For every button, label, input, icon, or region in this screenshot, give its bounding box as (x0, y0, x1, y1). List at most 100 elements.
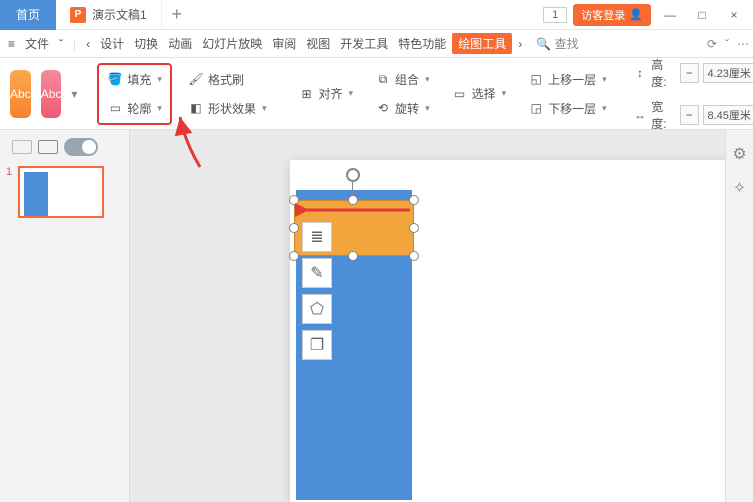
slide-thumbnail-1[interactable]: 1 (6, 166, 123, 218)
more-icon[interactable]: ⋯ (737, 37, 749, 51)
height-icon: ↕ (633, 65, 648, 81)
bring-forward-icon: ◱ (528, 71, 544, 87)
user-icon: 👤 (629, 8, 643, 21)
menubar-right: ⟳ ˇ ⋯ (707, 37, 749, 51)
style-preset-pink[interactable]: Abc (41, 70, 62, 118)
menu-devtools[interactable]: 开发工具 (336, 35, 392, 52)
outline-button[interactable]: ▭ 轮廓 ▾ (101, 98, 168, 119)
new-tab-button[interactable]: + (162, 4, 192, 25)
height-decrement[interactable]: − (680, 63, 698, 83)
shape-effects-button[interactable]: ◧ 形状效果 ▾ (182, 98, 273, 119)
resize-handle-se[interactable] (409, 251, 419, 261)
close-button[interactable]: × (721, 2, 747, 28)
work-area: 1 ⚙ ✧ (0, 130, 753, 502)
brush-icon: 🖌 (188, 71, 204, 87)
resize-handle-nw[interactable] (289, 195, 299, 205)
chevron-down-icon[interactable]: ▾ (502, 88, 507, 99)
resize-handle-w[interactable] (289, 223, 299, 233)
send-backward-label: 下移一层 (548, 100, 596, 117)
group-button[interactable]: ⧉ 组合 ▾ (369, 69, 436, 90)
chevron-down-icon[interactable]: ▾ (157, 103, 162, 114)
menu-drawing-tools[interactable]: 绘图工具 (452, 33, 512, 54)
bring-forward-button[interactable]: ◱ 上移一层 ▾ (522, 69, 613, 90)
chevron-down-icon[interactable]: ▾ (602, 74, 607, 85)
menu-slideshow[interactable]: 幻灯片放映 (198, 35, 266, 52)
fill-label: 填充 (127, 71, 151, 88)
fill-button[interactable]: 🪣 填充 ▾ (101, 69, 168, 90)
select-button[interactable]: ▭ 选择 ▾ (446, 83, 513, 104)
outline-view-button[interactable] (12, 140, 32, 154)
format-group: 🖌 格式刷 ◧ 形状效果 ▾ (182, 69, 273, 119)
width-label: 宽度: (651, 98, 676, 132)
slide[interactable] (290, 160, 725, 502)
effects-icon: ◧ (188, 100, 204, 116)
settings-icon[interactable]: ⚙ (732, 144, 746, 164)
group-label: 组合 (395, 71, 419, 88)
view-toggle[interactable] (64, 138, 98, 156)
menu-design[interactable]: 设计 (96, 35, 128, 52)
hamburger-icon[interactable]: ≡ (4, 37, 19, 51)
rotate-icon: ⟲ (375, 100, 391, 116)
align-label: 对齐 (319, 85, 343, 102)
favorite-icon[interactable]: ✧ (733, 178, 746, 198)
style-gallery-more-icon[interactable]: ▾ (71, 87, 77, 101)
nav-next-icon[interactable]: › (514, 37, 526, 51)
select-label: 选择 (472, 85, 496, 102)
chevron-down-icon[interactable]: ▾ (349, 88, 354, 99)
resize-handle-s[interactable] (348, 251, 358, 261)
dropdown-icon[interactable]: ˇ (55, 37, 67, 51)
format-painter-label: 格式刷 (208, 71, 244, 88)
chevron-down-icon[interactable]: ▾ (157, 74, 162, 85)
menu-features[interactable]: 特色功能 (394, 35, 450, 52)
width-row: ↔ 宽度: − 8.45厘米 + (633, 98, 753, 132)
maximize-button[interactable]: □ (689, 2, 715, 28)
menu-review[interactable]: 审阅 (268, 35, 300, 52)
guest-login-button[interactable]: 访客登录 👤 (573, 4, 651, 26)
width-input[interactable]: 8.45厘米 (703, 105, 753, 125)
resize-handle-n[interactable] (348, 195, 358, 205)
duplicate-tool[interactable]: ❐ (302, 330, 332, 360)
height-input[interactable]: 4.23厘米 (703, 63, 753, 83)
shape-tool[interactable]: ⬠ (302, 294, 332, 324)
outline-icon: ▭ (107, 100, 123, 116)
select-icon: ▭ (452, 86, 468, 102)
rotation-handle[interactable] (346, 168, 360, 182)
width-decrement[interactable]: − (680, 105, 698, 125)
outline-label: 轮廓 (127, 100, 151, 117)
chevron-down-icon[interactable]: ▾ (425, 103, 430, 114)
tab-home[interactable]: 首页 (0, 0, 56, 30)
chevron-down-icon[interactable]: ▾ (602, 103, 607, 114)
collapse-ribbon-icon[interactable]: ˇ (725, 37, 729, 51)
slide-panel: 1 (0, 130, 130, 502)
resize-handle-sw[interactable] (289, 251, 299, 261)
thumbnail-view-button[interactable] (38, 140, 58, 154)
nav-prev-icon[interactable]: ‹ (82, 37, 94, 51)
tab-document[interactable]: P 演示文稿1 (56, 0, 162, 30)
file-menu[interactable]: 文件 (21, 35, 53, 52)
thumb-shape (24, 172, 48, 216)
arrange-group: ⊞ 对齐 ▾ (293, 83, 360, 104)
group-rotate-group: ⧉ 组合 ▾ ⟲ 旋转 ▾ (369, 69, 436, 119)
chevron-down-icon[interactable]: ▾ (262, 103, 267, 114)
search-button[interactable]: 🔍 查找 (536, 35, 578, 52)
menu-view[interactable]: 视图 (302, 35, 334, 52)
select-group: ▭ 选择 ▾ (446, 83, 513, 104)
ribbon: Abc Abc ▾ 🪣 填充 ▾ ▭ 轮廓 ▾ 🖌 格式刷 ◧ 形状效果 ▾ ⊞… (0, 58, 753, 130)
style-preset-orange[interactable]: Abc (10, 70, 31, 118)
resize-handle-e[interactable] (409, 223, 419, 233)
rotate-button[interactable]: ⟲ 旋转 ▾ (369, 98, 436, 119)
minimize-button[interactable]: — (657, 2, 683, 28)
chevron-down-icon[interactable]: ▾ (425, 74, 430, 85)
format-painter-button[interactable]: 🖌 格式刷 (182, 69, 273, 90)
menu-animation[interactable]: 动画 (164, 35, 196, 52)
thumbnail-preview (18, 166, 104, 218)
slide-number: 1 (6, 166, 12, 178)
menu-transition[interactable]: 切换 (130, 35, 162, 52)
eyedropper-tool[interactable]: ✎ (302, 258, 332, 288)
resize-handle-ne[interactable] (409, 195, 419, 205)
cloud-sync-icon[interactable]: ⟳ (707, 37, 717, 51)
send-backward-button[interactable]: ◲ 下移一层 ▾ (522, 98, 613, 119)
canvas[interactable] (130, 130, 725, 502)
align-button[interactable]: ⊞ 对齐 ▾ (293, 83, 360, 104)
layers-tool[interactable]: ≣ (302, 222, 332, 252)
